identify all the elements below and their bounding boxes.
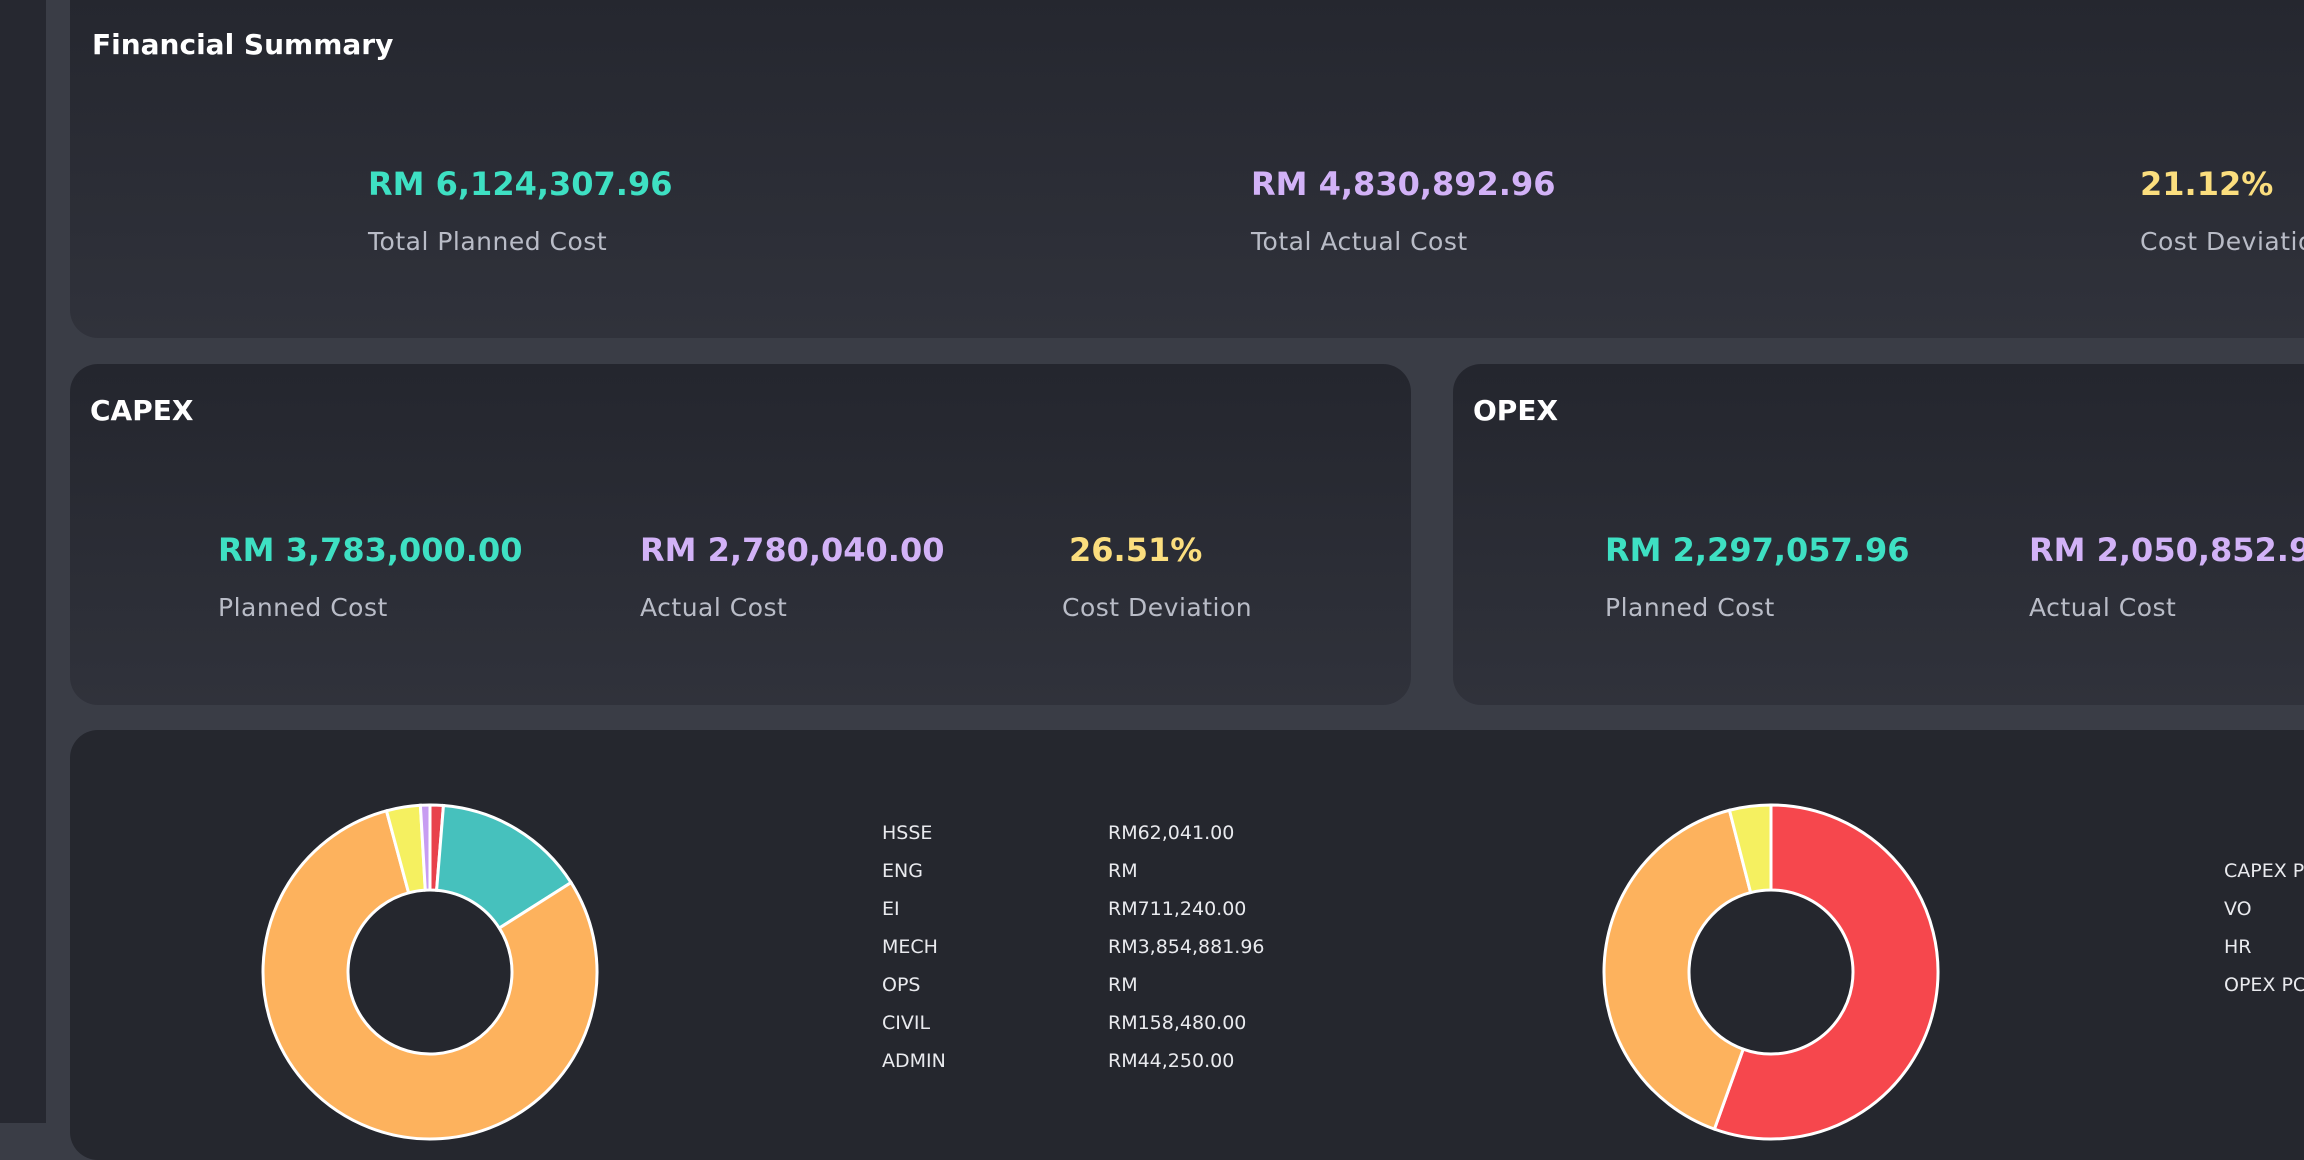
opex-legend-label: VO: [2224, 898, 2252, 920]
capex-planned-cost-value: RM 3,783,000.00: [218, 531, 523, 569]
capex-card: CAPEX RM 3,783,000.00 Planned Cost RM 2,…: [70, 364, 1411, 705]
capex-legend-label: OPS: [882, 974, 921, 996]
capex-cost-deviation-value: 26.51%: [1069, 531, 1203, 569]
opex-card: OPEX RM 2,297,057.96 Planned Cost RM 2,0…: [1453, 364, 2304, 705]
capex-legend-label: ADMIN: [882, 1050, 946, 1072]
total-planned-cost-label: Total Planned Cost: [368, 227, 608, 256]
capex-cost-deviation-label: Cost Deviation: [1062, 593, 1253, 622]
sidebar: [0, 0, 46, 1123]
opex-planned-cost-value: RM 2,297,057.96: [1605, 531, 1910, 569]
opex-slice-vo[interactable]: [1602, 808, 1753, 1132]
opex-breakdown-donut[interactable]: [1601, 802, 1941, 1142]
opex-actual-cost-value: RM 2,050,852.96: [2029, 531, 2304, 569]
capex-legend-label: ENG: [882, 860, 923, 882]
total-cost-deviation-value: 21.12%: [2140, 165, 2274, 203]
capex-legend-value: RM3,854,881.96: [1108, 936, 1265, 958]
opex-legend-label: CAPEX P: [2224, 860, 2304, 882]
capex-legend-value: RM: [1108, 974, 1138, 996]
capex-breakdown-donut[interactable]: [260, 802, 600, 1142]
financial-summary-title: Financial Summary: [92, 28, 394, 61]
capex-legend-value: RM711,240.00: [1108, 898, 1247, 920]
financial-summary-card: Financial Summary RM 6,124,307.96 Total …: [70, 0, 2304, 338]
charts-card: HSSE RM62,041.00 ENG RM EI RM711,240.00 MECH RM…: [70, 730, 2304, 1160]
total-actual-cost-label: Total Actual Cost: [1251, 227, 1468, 256]
total-actual-cost-value: RM 4,830,892.96: [1251, 165, 1556, 203]
capex-legend-label: CIVIL: [882, 1012, 931, 1034]
capex-legend-label: EI: [882, 898, 900, 920]
opex-actual-cost-label: Actual Cost: [2029, 593, 2177, 622]
opex-title: OPEX: [1473, 394, 1559, 427]
capex-legend-value: RM44,250.00: [1108, 1050, 1235, 1072]
capex-actual-cost-label: Actual Cost: [640, 593, 788, 622]
total-cost-deviation-label: Cost Deviatio: [2140, 227, 2304, 256]
capex-legend-value: RM: [1108, 860, 1138, 882]
opex-legend-label: HR: [2224, 936, 2252, 958]
capex-legend-label: HSSE: [882, 822, 933, 844]
total-planned-cost-value: RM 6,124,307.96: [368, 165, 673, 203]
capex-legend-label: MECH: [882, 936, 938, 958]
opex-legend-label: OPEX PC: [2224, 974, 2304, 996]
capex-planned-cost-label: Planned Cost: [218, 593, 388, 622]
capex-actual-cost-value: RM 2,780,040.00: [640, 531, 945, 569]
opex-planned-cost-label: Planned Cost: [1605, 593, 1775, 622]
capex-title: CAPEX: [90, 394, 194, 427]
capex-legend-value: RM158,480.00: [1108, 1012, 1247, 1034]
capex-legend-value: RM62,041.00: [1108, 822, 1235, 844]
